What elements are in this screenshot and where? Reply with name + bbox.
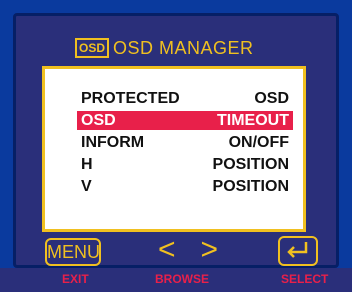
menu-item-label-left: PROTECTED	[81, 89, 180, 107]
page-title: OSD MANAGER	[113, 37, 254, 58]
menu-item-label-left: INFORM	[81, 133, 145, 151]
osd-title-bar: OSD OSD MANAGER	[75, 37, 254, 59]
menu-item-label-left: V	[81, 177, 92, 195]
menu-item-h-position[interactable]: H POSITION	[77, 155, 293, 174]
menu-item-label-right: POSITION	[212, 155, 289, 173]
select-label: SELECT	[281, 272, 329, 286]
menu-item-label-left: H	[81, 155, 93, 173]
enter-icon	[287, 242, 308, 258]
monitor-frame: OSD OSD MANAGER PROTECTED OSD OSD TIMEOU…	[0, 0, 352, 292]
menu-item-osd-timeout[interactable]: OSD TIMEOUT	[77, 111, 293, 130]
menu-item-inform-onoff[interactable]: INFORM ON/OFF	[77, 133, 293, 152]
osd-logo-icon: OSD	[75, 38, 110, 58]
menu-item-label-left: OSD	[81, 111, 116, 129]
menu-item-label-right: ON/OFF	[228, 133, 289, 151]
browse-label: BROWSE	[155, 272, 209, 286]
menu-item-label-right: POSITION	[212, 177, 289, 195]
osd-menu-panel: PROTECTED OSD OSD TIMEOUT INFORM ON/OFF …	[42, 66, 306, 232]
menu-button[interactable]: MENU	[45, 238, 101, 266]
browse-right-icon[interactable]: >	[200, 235, 218, 265]
osd-controls: MENU < > EXIT BROWSE SELECT	[0, 232, 352, 292]
select-button[interactable]	[278, 236, 318, 266]
browse-left-icon[interactable]: <	[158, 235, 176, 265]
menu-item-label-right: OSD	[254, 89, 289, 107]
menu-item-protected-osd[interactable]: PROTECTED OSD	[77, 89, 293, 108]
menu-item-label-right: TIMEOUT	[217, 111, 289, 129]
browse-arrows: < >	[158, 234, 218, 266]
menu-item-v-position[interactable]: V POSITION	[77, 177, 293, 196]
exit-label: EXIT	[62, 272, 89, 286]
